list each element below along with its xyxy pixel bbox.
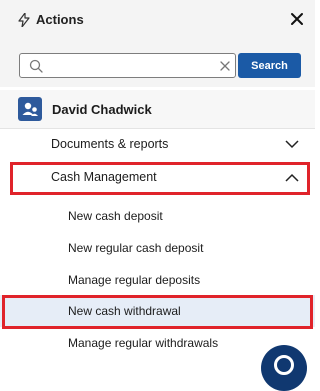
panel-title: Actions — [36, 12, 84, 27]
sub-item-label: New regular cash deposit — [68, 241, 204, 255]
help-button[interactable] — [261, 345, 307, 391]
sub-item-label: New cash deposit — [68, 209, 163, 223]
user-name: David Chadwick — [52, 102, 152, 117]
search-icon — [29, 59, 43, 73]
users-icon — [22, 102, 38, 116]
menu-item-cash-management[interactable]: Cash Management — [0, 162, 315, 194]
sub-item-new-cash-withdrawal[interactable]: New cash withdrawal — [0, 295, 315, 327]
sub-item-label: Manage regular withdrawals — [68, 336, 219, 350]
search-input[interactable] — [50, 57, 214, 76]
lightning-icon — [18, 13, 30, 27]
chevron-up-icon — [285, 173, 299, 182]
sub-item-label: Manage regular deposits — [68, 273, 201, 287]
help-icon — [274, 355, 294, 375]
search-field[interactable] — [19, 53, 236, 78]
user-row: David Chadwick — [0, 90, 315, 129]
sub-item-manage-regular-deposits[interactable]: Manage regular deposits — [0, 264, 315, 296]
search-button[interactable]: Search — [238, 53, 301, 78]
sub-item-label: New cash withdrawal — [68, 304, 181, 318]
menu-item-label: Cash Management — [51, 170, 157, 184]
menu-item-label: Documents & reports — [51, 137, 169, 151]
user-avatar — [18, 97, 42, 121]
sub-item-new-cash-deposit[interactable]: New cash deposit — [0, 200, 315, 232]
actions-header: Actions — [0, 0, 315, 42]
close-icon[interactable] — [290, 12, 304, 26]
menu-item-documents-reports[interactable]: Documents & reports — [0, 129, 315, 161]
chevron-down-icon — [285, 140, 299, 149]
sub-item-new-regular-cash-deposit[interactable]: New regular cash deposit — [0, 232, 315, 264]
clear-icon[interactable] — [220, 61, 230, 71]
